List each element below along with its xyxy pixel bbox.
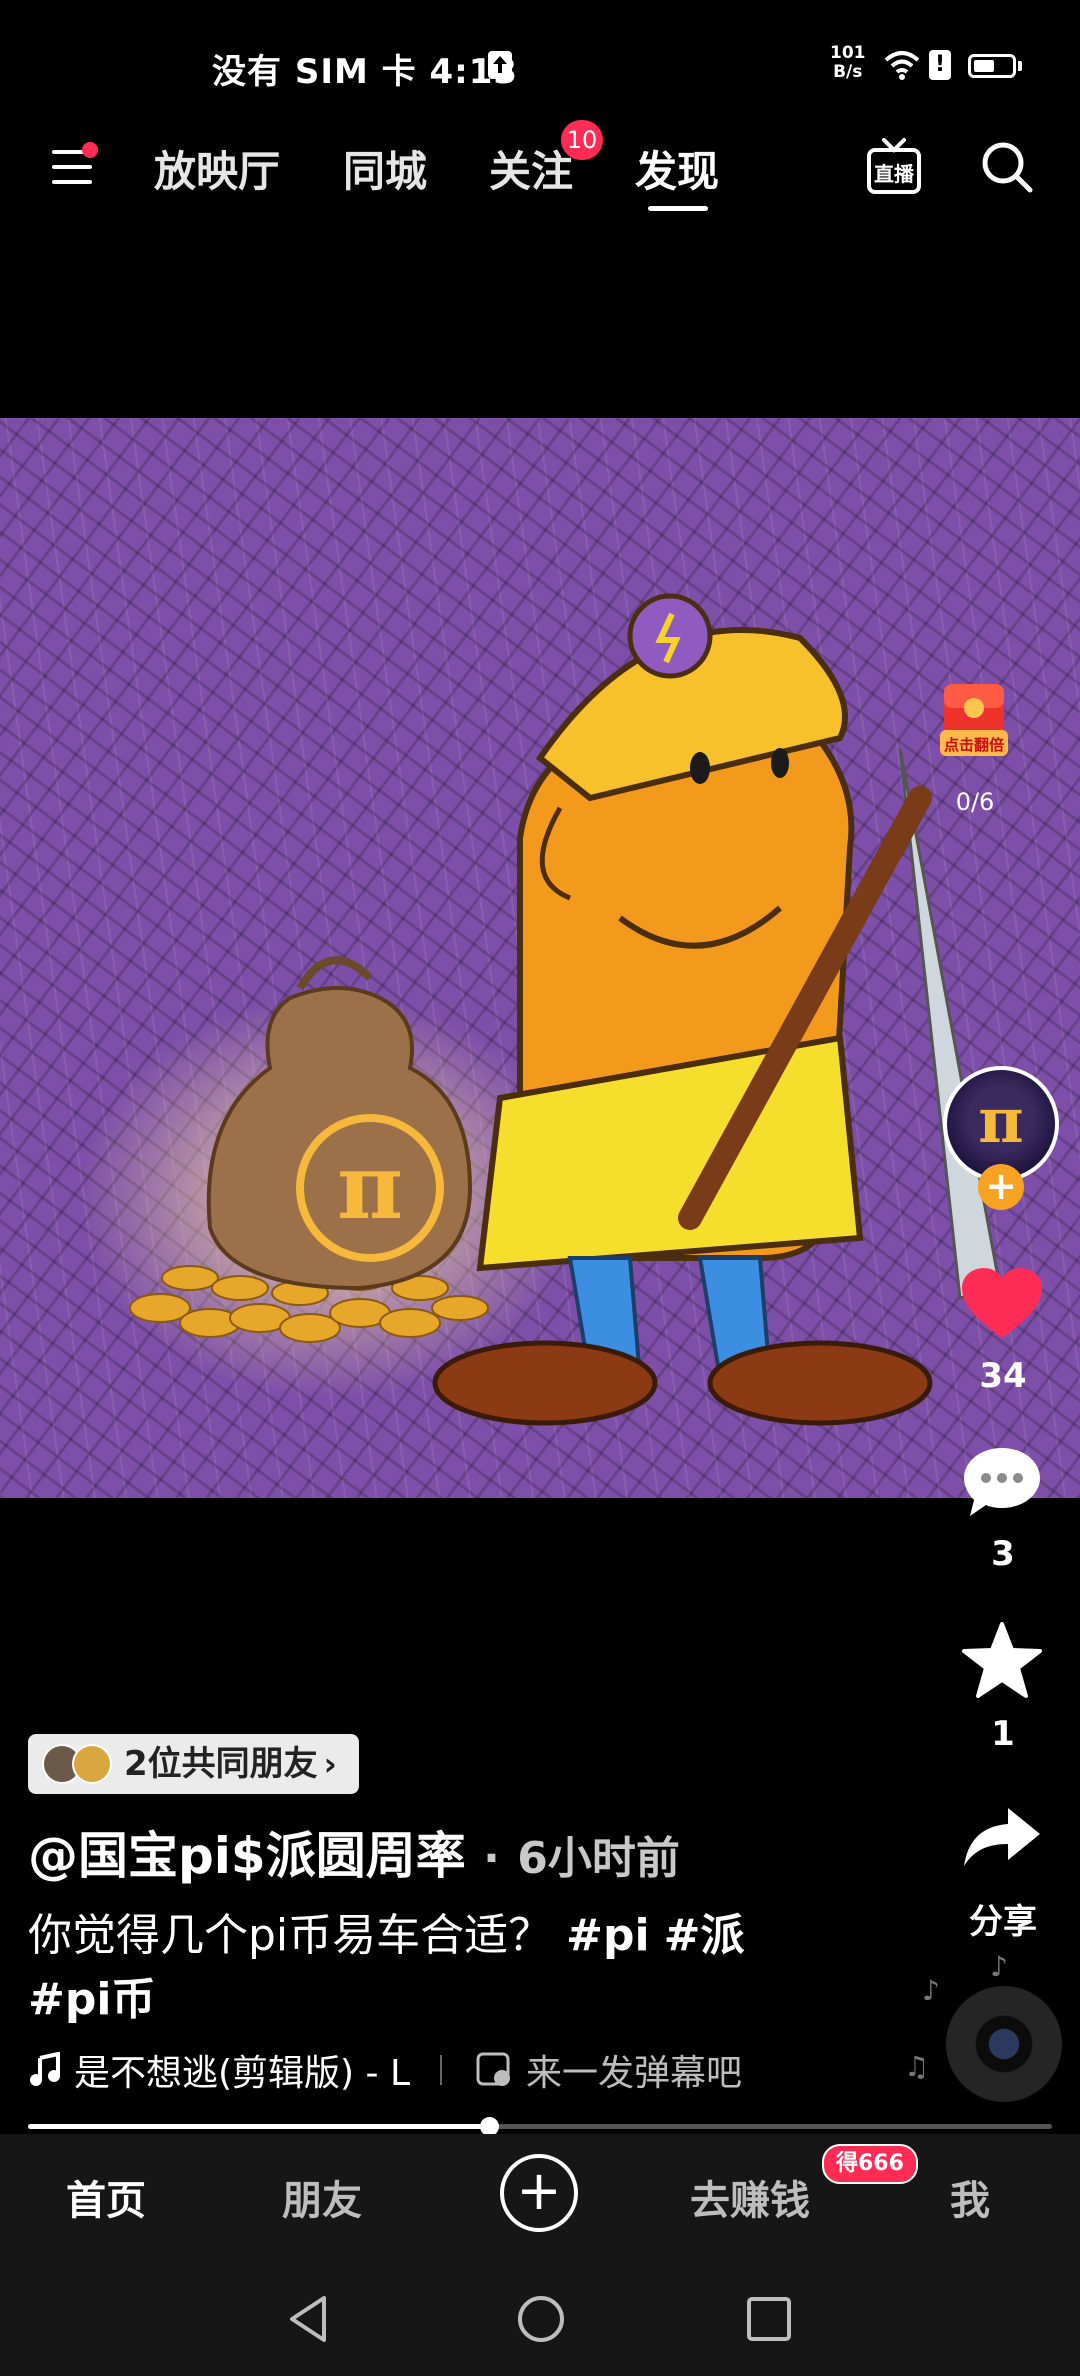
network-rate-unit: B/s — [833, 62, 863, 82]
coin-logo: π — [337, 1134, 403, 1240]
music-note-icon — [30, 2052, 60, 2086]
mutual-friends-chip[interactable]: 2位共同朋友 › — [28, 1734, 359, 1794]
music-disc-icon[interactable] — [946, 1986, 1062, 2102]
divider — [440, 2055, 443, 2085]
following-badge: 10 — [561, 120, 603, 160]
carrier-time: 没有 SIM 卡 4:13 — [212, 52, 519, 92]
music-title[interactable]: 是不想逃(剪辑版) - L — [74, 2044, 410, 2096]
chevron-right-icon: › — [323, 1745, 337, 1783]
recents-icon[interactable] — [746, 2296, 792, 2342]
author-line: @国宝pi$派圆周率 · 6小时前 — [28, 1816, 680, 1888]
battery-icon — [968, 54, 1016, 78]
video-player[interactable]: π — [0, 418, 1080, 1498]
create-post-button[interactable]: + — [500, 2154, 578, 2232]
post-time: 6小时前 — [517, 1833, 680, 1884]
live-button[interactable]: 直播 — [866, 136, 922, 196]
music-row: 是不想逃(剪辑版) - L 来一发弹幕吧 — [28, 2044, 742, 2096]
mutual-friends-label: 2位共同朋友 — [124, 1744, 318, 1784]
network-rate: 101 B/s — [830, 44, 866, 82]
share-icon[interactable] — [962, 1804, 1042, 1870]
progress-played — [28, 2124, 489, 2129]
video-frame-illustration: π — [80, 593, 1002, 1426]
comment-icon[interactable] — [962, 1444, 1042, 1520]
hashtag[interactable]: #派 — [664, 1910, 745, 1961]
live-label: 直播 — [874, 162, 914, 186]
active-tab-indicator — [648, 206, 708, 211]
caption-text: 你觉得几个pi币易车合适？ — [28, 1910, 567, 1961]
music-note-icon: ♫ — [904, 2050, 930, 2083]
tab-discover[interactable]: 发现 — [635, 138, 719, 199]
status-bar: 没有 SIM 卡 4:13 101 B/s ! — [0, 0, 1080, 130]
search-icon[interactable] — [980, 140, 1034, 194]
favorite-count: 1 — [991, 1714, 1015, 1754]
menu-notification-dot — [82, 142, 98, 158]
hashtag[interactable]: #pi币 — [28, 1974, 155, 2025]
tab-home[interactable]: 首页 — [66, 2168, 146, 2226]
music-note-icon: ♪ — [922, 1974, 940, 2007]
star-icon[interactable] — [960, 1620, 1044, 1700]
danmu-input[interactable]: 来一发弹幕吧 — [526, 2044, 742, 2096]
tab-following[interactable]: 关注 — [489, 138, 573, 199]
follow-plus-button[interactable]: + — [978, 1164, 1024, 1210]
tab-earn[interactable]: 去赚钱 — [690, 2168, 810, 2226]
tab-local[interactable]: 同城 — [343, 138, 427, 199]
red-packet-label: 点击翻倍 — [943, 736, 1004, 754]
wifi-icon — [884, 51, 920, 80]
music-note-icon: ♪ — [990, 1950, 1008, 1983]
tab-me[interactable]: 我 — [950, 2168, 990, 2226]
like-count: 34 — [979, 1356, 1027, 1396]
battery-tip — [1018, 61, 1022, 71]
back-icon[interactable] — [286, 2294, 330, 2344]
friend-avatar — [72, 1744, 112, 1784]
danmu-icon — [476, 2052, 511, 2086]
time-separator: · — [483, 1833, 500, 1884]
post-caption: 你觉得几个pi币易车合适？ #pi #派 #pi币 — [28, 1904, 828, 2032]
avatar-logo: π — [978, 1084, 1024, 1157]
video-progress-bar[interactable] — [28, 2117, 1052, 2136]
tab-friends[interactable]: 朋友 — [282, 2168, 362, 2226]
system-nav-bar — [0, 2254, 1080, 2376]
red-packet-button[interactable]: 点击翻倍 — [940, 680, 1008, 760]
home-icon[interactable] — [516, 2294, 566, 2344]
alert-icon: ! — [929, 50, 951, 80]
share-label: 分享 — [969, 1902, 1037, 1942]
hashtag[interactable]: #pi — [566, 1910, 649, 1961]
network-rate-value: 101 — [830, 43, 866, 63]
comment-count: 3 — [991, 1534, 1015, 1574]
upload-icon — [488, 51, 512, 79]
author-name[interactable]: @国宝pi$派圆周率 — [28, 1827, 466, 1885]
red-packet-progress: 0/6 — [955, 788, 995, 816]
heart-icon[interactable] — [960, 1266, 1044, 1342]
earn-badge: 得666 — [822, 2144, 918, 2184]
tab-cinema[interactable]: 放映厅 — [154, 138, 280, 199]
